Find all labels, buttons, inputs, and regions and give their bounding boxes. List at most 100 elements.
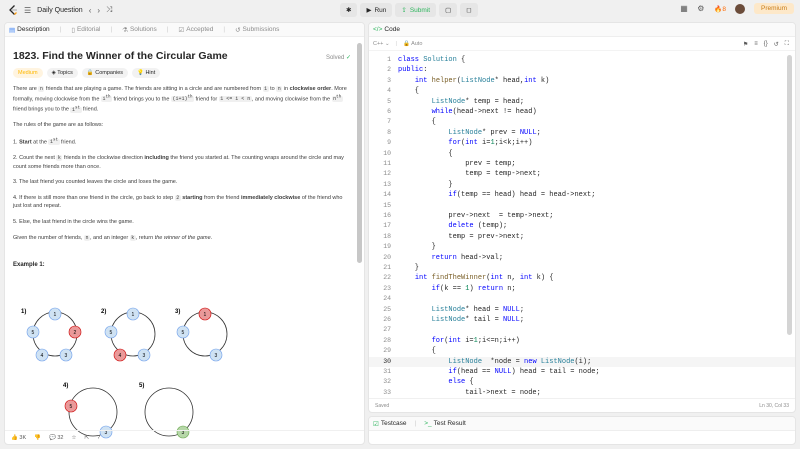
code-line[interactable]: 15 xyxy=(369,201,795,211)
premium-button[interactable]: Premium xyxy=(753,3,794,14)
code-line[interactable]: 28 for(int i=1;i<=n;i++) xyxy=(369,336,795,346)
leetcode-logo-icon[interactable] xyxy=(8,4,18,16)
tab-test-result[interactable]: >_ Test Result xyxy=(424,420,466,427)
auto-mode-toggle[interactable]: 🔒 Auto xyxy=(403,41,422,47)
code-line[interactable]: 7 { xyxy=(369,117,795,127)
format-icon[interactable]: ≡ xyxy=(754,41,758,48)
editor-toolbar: C++ ⌄ | 🔒 Auto xyxy=(369,37,795,51)
rule-text: at the xyxy=(31,139,49,146)
tab-testcase[interactable]: ☑ Testcase xyxy=(373,420,406,428)
code-line[interactable]: 10 { xyxy=(369,149,795,159)
code-line[interactable]: 5 ListNode* temp = head; xyxy=(369,97,795,107)
statement-text: friend. xyxy=(81,106,99,113)
reset-icon[interactable]: ↺ xyxy=(774,41,779,48)
friend-number: 4 xyxy=(119,353,122,359)
friend-number: 2 xyxy=(74,330,77,336)
tab-submissions[interactable]: ↺ Submissions xyxy=(235,26,279,34)
whiteboard-button[interactable]: ◻ xyxy=(460,3,478,17)
tab-accepted[interactable]: ☑ Accepted xyxy=(178,26,213,34)
code-line[interactable]: 1 class Solution { xyxy=(369,55,795,65)
code-line[interactable]: 26 ListNode* tail = NULL; xyxy=(369,315,795,325)
hint-button[interactable]: 💡 Hint xyxy=(132,68,161,78)
friend-number: 5 xyxy=(70,404,73,410)
problem-title[interactable]: 1823. Find the Winner of the Circular Ga… xyxy=(13,50,351,62)
next-problem-button[interactable]: › xyxy=(97,6,100,15)
braces-icon[interactable]: {} xyxy=(764,41,768,48)
topics-button[interactable]: ◈ Topics xyxy=(46,68,78,78)
code-line[interactable]: 30 ListNode *node = new ListNode(i); xyxy=(369,356,795,367)
code-line[interactable]: 32 else { xyxy=(369,377,795,387)
dislike-button[interactable]: 👎 xyxy=(34,435,41,441)
code-line[interactable]: 6 while(head->next != head) xyxy=(369,107,795,117)
code-line[interactable]: 2 public: xyxy=(369,65,795,75)
debug-button[interactable]: ✱ xyxy=(340,3,358,17)
streak-counter[interactable]: 🔥8 xyxy=(714,5,726,13)
code-line[interactable]: 11 prev = temp; xyxy=(369,159,795,169)
shuffle-icon[interactable]: ⤨ xyxy=(106,5,112,15)
line-number: 6 xyxy=(387,108,391,115)
expand-icon[interactable]: ⛶ xyxy=(785,41,789,48)
code-line[interactable]: 27 xyxy=(369,325,795,335)
code-line[interactable]: 9 for(int i=1;i<k;i++) xyxy=(369,138,795,148)
line-number: 26 xyxy=(383,316,391,323)
tab-code[interactable]: </> Code xyxy=(373,26,400,33)
problem-description: 1823. Find the Winner of the Circular Ga… xyxy=(13,43,351,268)
code-line[interactable]: 14 if(temp == head) head = head->next; xyxy=(369,190,795,200)
code-line[interactable]: 25 ListNode* head = NULL; xyxy=(369,305,795,315)
friend-number: 3 xyxy=(215,353,218,359)
code-line[interactable]: 4 { xyxy=(369,86,795,96)
code-line[interactable]: 19 } xyxy=(369,242,795,252)
code-line[interactable]: 33 tail->next = node; xyxy=(369,388,795,398)
help-button[interactable]: ? xyxy=(97,435,100,441)
tab-editorial[interactable]: ▯ Editorial xyxy=(71,26,100,34)
companies-button[interactable]: 🔒 Companies xyxy=(81,68,129,78)
run-button[interactable]: ▶ Run xyxy=(360,3,393,17)
code-line[interactable]: 24 xyxy=(369,294,795,304)
rules-list: 1. Start at the 1st friend. 2. Count the… xyxy=(13,137,351,227)
code-line[interactable]: 13 } xyxy=(369,180,795,190)
language-select[interactable]: C++ ⌄ xyxy=(373,41,390,47)
share-button[interactable]: ⇱ xyxy=(84,435,89,441)
code-line[interactable]: 16 prev->next = temp->next; xyxy=(369,211,795,221)
code-line[interactable]: 31 if(head == NULL) head = tail = node; xyxy=(369,367,795,377)
code-text: tail->next = node; xyxy=(398,388,541,397)
top-bar: ☰ Daily Question ‹ › ⤨ ✱ ▶ Run ⇪ Submit ▢ … xyxy=(0,0,800,20)
code-line[interactable]: 20 return head->val; xyxy=(369,253,795,263)
code-line[interactable]: 17 delete (temp); xyxy=(369,221,795,231)
line-number: 16 xyxy=(383,212,391,219)
tab-description[interactable]: ▤ Description xyxy=(9,26,50,34)
code-line[interactable]: 21 } xyxy=(369,263,795,273)
prev-problem-button[interactable]: ‹ xyxy=(89,6,92,15)
problem-list-icon[interactable]: ☰ xyxy=(24,6,31,15)
editor-scrollbar[interactable] xyxy=(787,55,792,335)
thumbs-down-icon: 👎 xyxy=(34,434,41,441)
code-line[interactable]: 23 if(k == 1) return n; xyxy=(369,284,795,294)
daily-question-title[interactable]: Daily Question xyxy=(37,7,83,14)
tab-divider: | xyxy=(223,26,226,33)
like-button[interactable]: 👍 3K xyxy=(11,435,26,441)
line-number: 14 xyxy=(383,191,391,199)
submit-button[interactable]: ⇪ Submit xyxy=(395,3,437,17)
code-line[interactable]: 22 int findTheWinner(int n, int k) { xyxy=(369,273,795,283)
description-scrollbar[interactable] xyxy=(357,43,362,263)
code-line[interactable]: 8 ListNode* prev = NULL; xyxy=(369,128,795,138)
settings-gear-icon[interactable]: ⚙ xyxy=(697,4,705,13)
notes-button[interactable]: ▢ xyxy=(439,3,458,17)
avatar[interactable] xyxy=(734,3,745,14)
code-line[interactable]: 29 { xyxy=(369,346,795,356)
code-line[interactable]: 12 temp = temp->next; xyxy=(369,169,795,179)
tab-solutions[interactable]: ⚗ Solutions xyxy=(122,26,157,34)
submit-label: Submit xyxy=(409,6,431,14)
bookmark-icon[interactable]: ⚑ xyxy=(743,41,748,48)
line-number: 21 xyxy=(383,264,391,271)
line-number: 17 xyxy=(383,222,391,230)
comments-button[interactable]: 💬 32 xyxy=(49,435,64,441)
code-line[interactable]: 18 temp = prev->next; xyxy=(369,232,795,242)
code-editor[interactable]: 1 class Solution {2 public: 3 int helper(Li… xyxy=(369,55,795,399)
help-circle-icon: ? xyxy=(97,434,101,441)
layout-grid-icon[interactable]: ▦ xyxy=(680,4,688,13)
favorite-button[interactable]: ☆ xyxy=(72,435,77,441)
tab-code-label: Code xyxy=(384,26,400,33)
checkbox-icon: ☑ xyxy=(373,420,379,428)
code-line[interactable]: 3 int helper(ListNode* head,int k) xyxy=(369,76,795,86)
